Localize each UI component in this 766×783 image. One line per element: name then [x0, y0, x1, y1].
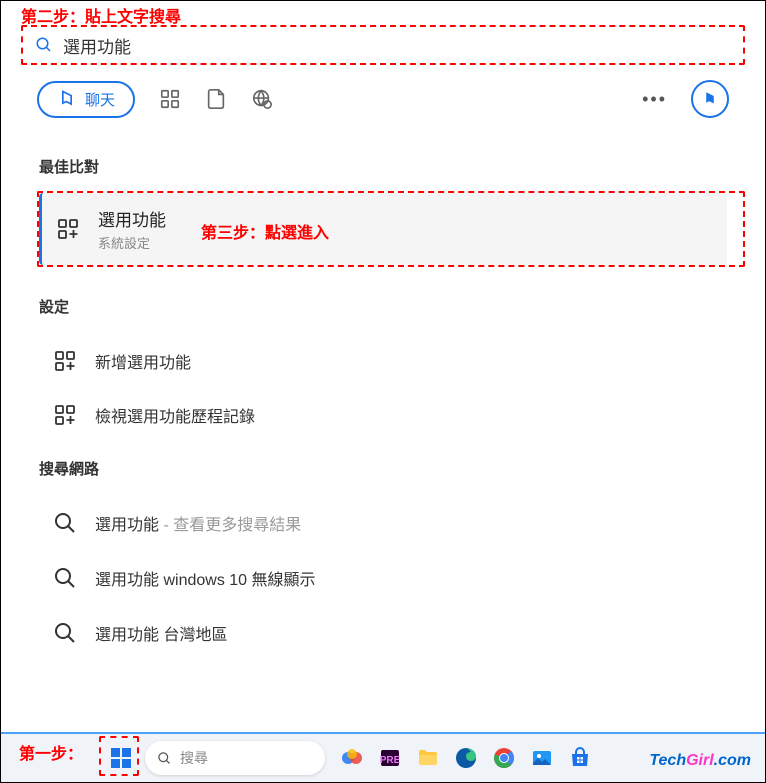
bing-chat-icon — [57, 89, 77, 109]
documents-tab[interactable] — [205, 88, 227, 110]
web-tab[interactable] — [251, 88, 273, 110]
filter-tabs: 聊天 ••• — [37, 79, 729, 119]
bing-icon — [701, 90, 719, 108]
features-icon — [53, 403, 77, 427]
search-icon — [53, 511, 77, 535]
photos-icon[interactable] — [527, 743, 557, 773]
taskbar-search-placeholder: 搜尋 — [180, 748, 208, 768]
store-icon[interactable] — [565, 743, 595, 773]
web-result-2[interactable]: 選用功能 windows 10 無線顯示 — [39, 556, 727, 600]
watermark: TechGirl.com — [649, 752, 751, 770]
search-icon — [157, 751, 172, 766]
web-result-1[interactable]: 選用功能 - 查看更多搜尋結果 — [39, 501, 727, 545]
annotation-step1: 第一步： — [19, 740, 83, 764]
web-header: 搜尋網路 — [39, 458, 99, 479]
web-result-label: 選用功能 - 查看更多搜尋結果 — [95, 511, 301, 535]
chat-tab[interactable]: 聊天 — [37, 81, 135, 118]
bing-button[interactable] — [691, 80, 729, 118]
annotation-step2: 第二步：貼上文字搜尋 — [21, 3, 181, 27]
best-match-header: 最佳比對 — [39, 156, 99, 177]
globe-icon — [251, 88, 273, 110]
taskbar-pinned: PRE — [337, 743, 595, 773]
settings-item-history[interactable]: 檢視選用功能歷程記錄 — [39, 393, 727, 437]
search-panel: 第二步：貼上文字搜尋 選用功能 聊天 ••• 最佳比對 第三步：點選進入 選用功… — [1, 1, 765, 732]
edge-icon[interactable] — [451, 743, 481, 773]
apps-tab[interactable] — [159, 88, 181, 110]
web-result-label: 選用功能 windows 10 無線顯示 — [95, 566, 316, 590]
features-icon — [53, 349, 77, 373]
document-icon — [205, 88, 227, 110]
settings-item-add[interactable]: 新增選用功能 — [39, 339, 727, 383]
annotation-step3: 第三步：點選進入 — [201, 219, 329, 243]
chat-tab-label: 聊天 — [85, 89, 115, 110]
svg-text:PRE: PRE — [380, 755, 401, 766]
web-result-label: 選用功能 台灣地區 — [95, 621, 227, 645]
settings-item-label: 新增選用功能 — [95, 349, 191, 373]
highlight-result — [37, 191, 745, 267]
web-result-3[interactable]: 選用功能 台灣地區 — [39, 611, 727, 655]
settings-item-label: 檢視選用功能歷程記錄 — [95, 403, 255, 427]
settings-header: 設定 — [39, 296, 69, 317]
explorer-icon[interactable] — [413, 743, 443, 773]
apps-icon — [159, 88, 181, 110]
chrome-icon[interactable] — [489, 743, 519, 773]
search-icon — [53, 566, 77, 590]
copilot-icon[interactable] — [337, 743, 367, 773]
more-button[interactable]: ••• — [642, 89, 667, 110]
premiere-icon[interactable]: PRE — [375, 743, 405, 773]
search-icon — [53, 621, 77, 645]
taskbar-search[interactable]: 搜尋 — [145, 741, 325, 775]
highlight-start — [99, 736, 139, 776]
highlight-search — [21, 25, 745, 65]
